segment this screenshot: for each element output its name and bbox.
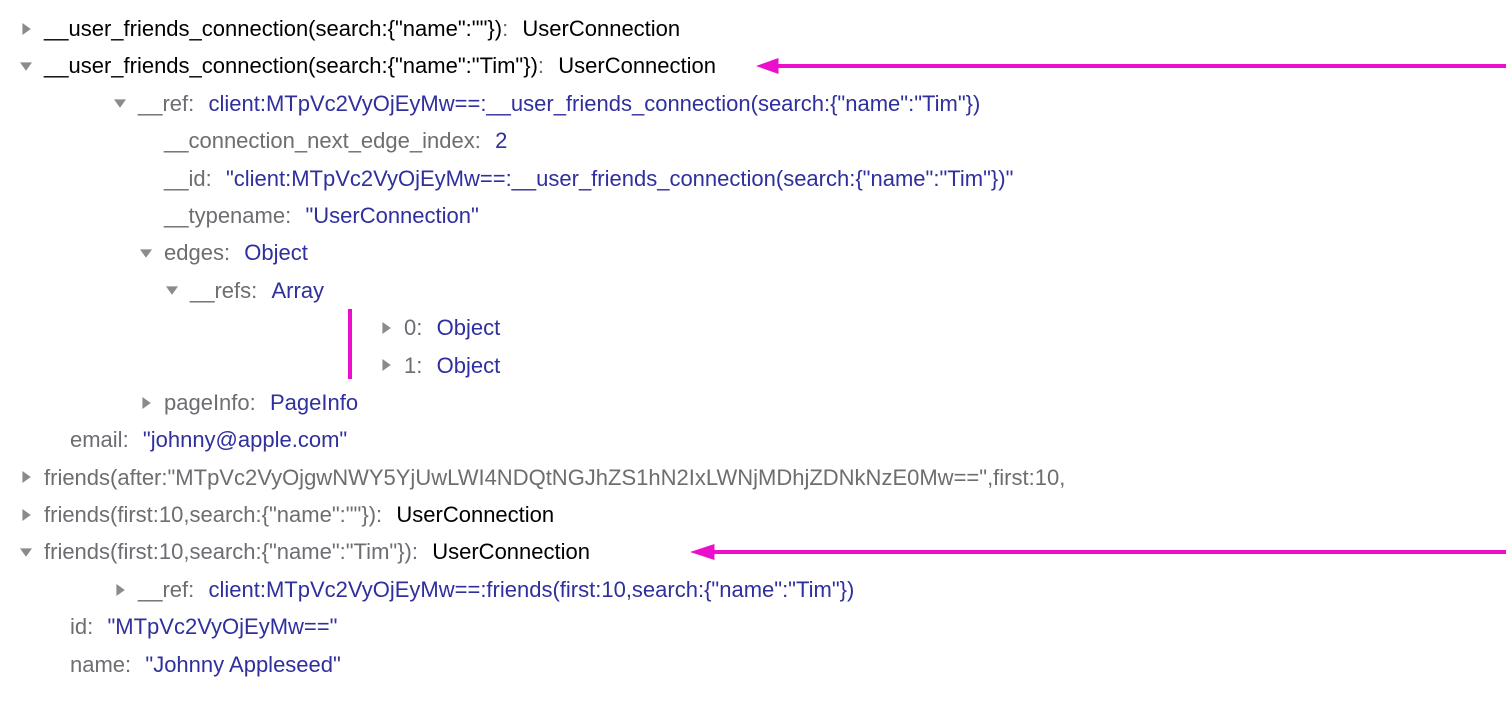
tree-row[interactable]: __ref : client:MTpVc2VyOjEyMw==:__user_f… [18, 85, 1506, 122]
tree-row[interactable]: name : "Johnny Appleseed" [18, 646, 1506, 683]
chevron-right-icon[interactable] [112, 582, 128, 598]
chevron-down-icon[interactable] [18, 544, 34, 560]
tree-row[interactable]: friends(first:10,search:{"name":""}) : U… [18, 496, 1506, 533]
tree-value: "Johnny Appleseed" [145, 646, 340, 683]
tree-key: edges [164, 234, 224, 271]
tree-key: __connection_next_edge_index [164, 122, 475, 159]
colon: : [416, 347, 434, 384]
tree-value: Array [272, 272, 325, 309]
annotation-arrow [690, 541, 1506, 563]
tree-row[interactable]: friends(after:"MTpVc2VyOjgwNWY5YjUwLWI4N… [18, 459, 1506, 496]
tree-row[interactable]: __typename : "UserConnection" [18, 197, 1506, 234]
tree-key: __ref [138, 571, 188, 608]
tree-row[interactable]: __connection_next_edge_index : 2 [18, 122, 1506, 159]
chevron-right-icon[interactable] [18, 21, 34, 37]
tree-key: __ref [138, 85, 188, 122]
chevron-right-icon[interactable] [138, 395, 154, 411]
colon: : [251, 272, 269, 309]
tree-value: UserConnection [396, 496, 554, 533]
tree-value: "johnny@apple.com" [143, 421, 347, 458]
colon: : [188, 85, 206, 122]
tree-row[interactable]: pageInfo : PageInfo [18, 384, 1506, 421]
colon: : [188, 571, 206, 608]
tree-key: __refs [190, 272, 251, 309]
tree-value: UserConnection [558, 47, 716, 84]
chevron-down-icon[interactable] [164, 282, 180, 298]
tree-value: "UserConnection" [305, 197, 478, 234]
colon: : [376, 496, 394, 533]
colon: : [224, 234, 242, 271]
chevron-right-icon[interactable] [18, 507, 34, 523]
colon: : [475, 122, 493, 159]
tree-row[interactable]: friends(first:10,search:{"name":"Tim"}) … [18, 533, 1506, 570]
tree-row[interactable]: email : "johnny@apple.com" [18, 421, 1506, 458]
colon: : [206, 160, 224, 197]
chevron-down-icon[interactable] [18, 58, 34, 74]
tree-key: email [70, 421, 123, 458]
chevron-right-icon[interactable] [378, 320, 394, 336]
tree-value: 2 [495, 122, 507, 159]
colon: : [125, 646, 143, 683]
chevron-right-icon[interactable] [378, 357, 394, 373]
chevron-down-icon[interactable] [112, 95, 128, 111]
tree-value: "client:MTpVc2VyOjEyMw==:__user_friends_… [226, 160, 1013, 197]
tree-key: 0 [404, 309, 416, 346]
tree-key: __typename [164, 197, 285, 234]
colon: : [123, 421, 141, 458]
tree-key: pageInfo [164, 384, 250, 421]
annotation-arrow [756, 55, 1506, 77]
tree-row[interactable]: __refs : Array [18, 272, 1506, 309]
tree-value: UserConnection [522, 10, 680, 47]
colon: : [538, 47, 556, 84]
tree-key: friends(after:"MTpVc2VyOjgwNWY5YjUwLWI4N… [44, 459, 1065, 496]
tree-key: 1 [404, 347, 416, 384]
tree-key: friends(first:10,search:{"name":"Tim"}) [44, 533, 412, 570]
tree-value: Object [437, 347, 501, 384]
tree-row[interactable]: 0 : Object [18, 309, 1506, 346]
colon: : [285, 197, 303, 234]
tree-value: client:MTpVc2VyOjEyMw==:friends(first:10… [209, 571, 855, 608]
tree-value: Object [244, 234, 308, 271]
colon: : [502, 10, 520, 47]
tree-value: client:MTpVc2VyOjEyMw==:__user_friends_c… [209, 85, 981, 122]
tree-row[interactable]: __user_friends_connection(search:{"name"… [18, 47, 1506, 84]
chevron-down-icon[interactable] [138, 245, 154, 261]
colon: : [412, 533, 430, 570]
tree-row[interactable]: edges : Object [18, 234, 1506, 271]
tree-row[interactable]: id : "MTpVc2VyOjEyMw==" [18, 608, 1506, 645]
tree-key: __id [164, 160, 206, 197]
tree-key: __user_friends_connection(search:{"name"… [44, 10, 502, 47]
tree-key: name [70, 646, 125, 683]
colon: : [250, 384, 268, 421]
colon: : [87, 608, 105, 645]
tree-row[interactable]: __user_friends_connection(search:{"name"… [18, 10, 1506, 47]
tree-value: UserConnection [432, 533, 590, 570]
tree-value: "MTpVc2VyOjEyMw==" [107, 608, 337, 645]
tree-key: __user_friends_connection(search:{"name"… [44, 47, 538, 84]
tree-key: friends(first:10,search:{"name":""}) [44, 496, 376, 533]
tree-value: Object [437, 309, 501, 346]
tree-value: PageInfo [270, 384, 358, 421]
colon: : [416, 309, 434, 346]
tree-row[interactable]: __id : "client:MTpVc2VyOjEyMw==:__user_f… [18, 160, 1506, 197]
tree-key: id [70, 608, 87, 645]
tree-row[interactable]: 1 : Object [18, 347, 1506, 384]
tree-row[interactable]: __ref : client:MTpVc2VyOjEyMw==:friends(… [18, 571, 1506, 608]
chevron-right-icon[interactable] [18, 469, 34, 485]
annotation-vline [348, 309, 352, 379]
